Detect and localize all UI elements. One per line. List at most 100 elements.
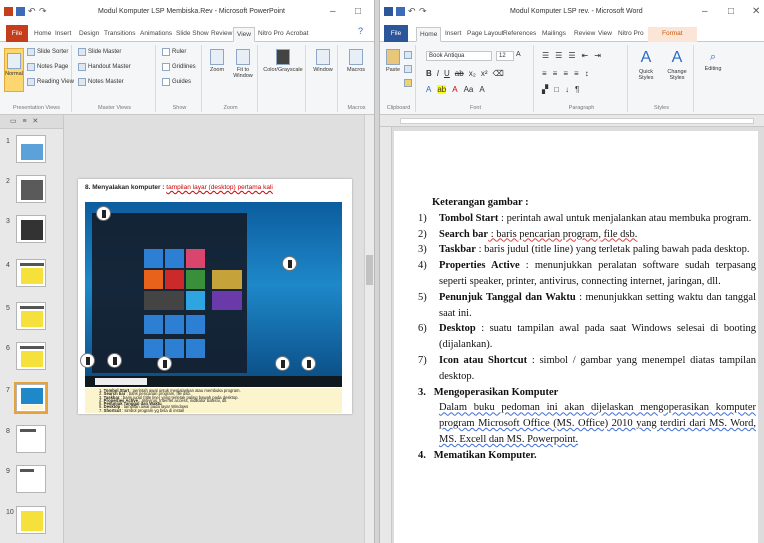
ruler-checkbox[interactable]: Ruler: [162, 48, 186, 56]
slide-thumbnail-5[interactable]: [16, 302, 46, 330]
change-case-icon[interactable]: Aa: [464, 85, 474, 94]
slide-thumbnail-2[interactable]: [16, 175, 46, 203]
minimize-icon[interactable]: –: [330, 6, 336, 17]
align-left-icon[interactable]: ≡: [542, 69, 547, 78]
slides-tab-icon[interactable]: ▭: [10, 118, 17, 125]
font-color-icon[interactable]: A: [452, 85, 457, 94]
borders-icon[interactable]: □: [554, 85, 559, 94]
slide-thumbnail-7[interactable]: [14, 382, 48, 414]
tab-mailings[interactable]: Mailings: [542, 27, 566, 42]
outline-tab-icon[interactable]: ≡: [22, 118, 26, 125]
editing-button[interactable]: ⌕ Editing: [698, 49, 728, 72]
reading-view-button[interactable]: Reading View: [27, 78, 74, 86]
tab-nitro-pro[interactable]: Nitro Pro: [618, 27, 644, 42]
tab-home[interactable]: Home: [34, 27, 51, 42]
quick-styles-button[interactable]: A Quick Styles: [632, 47, 660, 81]
window-button[interactable]: Window: [310, 49, 336, 73]
slide-thumbnail-4[interactable]: [16, 259, 46, 287]
slide-thumbnail-9[interactable]: [16, 465, 46, 493]
tab-transitions[interactable]: Transitions: [104, 27, 136, 42]
notes-page-button[interactable]: Notes Page: [27, 63, 68, 71]
tab-insert[interactable]: Insert: [445, 27, 461, 42]
save-icon[interactable]: [16, 7, 25, 16]
slide-master-button[interactable]: Slide Master: [78, 48, 121, 56]
undo-icon[interactable]: ↶: [408, 7, 416, 16]
bold-icon[interactable]: B: [426, 69, 432, 78]
word-app-icon[interactable]: [384, 7, 393, 16]
tab-nitro-pro[interactable]: Nitro Pro: [258, 27, 284, 42]
tab-view[interactable]: View: [233, 27, 255, 42]
multilevel-list-icon[interactable]: ☰: [568, 51, 575, 60]
highlight-icon[interactable]: ab: [437, 85, 447, 94]
font-name-dropdown[interactable]: Book Antiqua: [426, 51, 492, 61]
slide-sorter-button[interactable]: Slide Sorter: [27, 48, 68, 56]
tab-page-layout[interactable]: Page Layout: [467, 27, 504, 42]
color-grayscale-button[interactable]: Color/Grayscale: [262, 49, 304, 73]
tab-review[interactable]: Review: [211, 27, 232, 42]
tab-acrobat[interactable]: Acrobat: [286, 27, 308, 42]
strikethrough-icon[interactable]: ab: [455, 69, 464, 78]
align-center-icon[interactable]: ≡: [553, 69, 558, 78]
current-slide[interactable]: 8. Menyalakan komputer : tampilan layar …: [78, 179, 352, 414]
close-icon[interactable]: ✕: [752, 6, 760, 17]
numbering-icon[interactable]: ☰: [555, 51, 562, 60]
redo-icon[interactable]: ↷: [39, 7, 47, 16]
document-body[interactable]: Keterangan gambar : 1) Tombol Start : per…: [406, 195, 756, 464]
grow-font-icon[interactable]: A: [516, 51, 521, 58]
guides-checkbox[interactable]: Guides: [162, 78, 191, 86]
tab-file[interactable]: File: [6, 25, 28, 42]
document-page[interactable]: Keterangan gambar : 1) Tombol Start : per…: [394, 131, 758, 543]
copy-button[interactable]: [404, 65, 412, 73]
tab-animations[interactable]: Animations: [140, 27, 172, 42]
tab-view[interactable]: View: [598, 27, 612, 42]
vertical-ruler[interactable]: [380, 127, 392, 543]
normal-view-button[interactable]: Normal: [4, 48, 24, 92]
underline-icon[interactable]: U: [444, 69, 450, 78]
slide-thumbnail-3[interactable]: [16, 215, 46, 243]
subscript-icon[interactable]: x₂: [469, 69, 476, 78]
horizontal-ruler[interactable]: [380, 115, 764, 127]
gridlines-checkbox[interactable]: Gridlines: [162, 63, 196, 71]
redo-icon[interactable]: ↷: [419, 7, 427, 16]
align-right-icon[interactable]: ≡: [563, 69, 568, 78]
superscript-icon[interactable]: x²: [481, 69, 488, 78]
line-spacing-icon[interactable]: ↕: [585, 69, 589, 78]
slide-thumbnail-6[interactable]: [16, 342, 46, 370]
tab-format[interactable]: Format: [648, 27, 697, 42]
shading-icon[interactable]: ▞: [542, 85, 548, 94]
tab-file[interactable]: File: [384, 25, 408, 42]
sort-icon[interactable]: ↓: [565, 85, 569, 94]
vertical-scrollbar[interactable]: [364, 115, 374, 543]
paste-button[interactable]: Paste: [384, 49, 402, 73]
zoom-button[interactable]: Zoom: [206, 49, 228, 73]
show-marks-icon[interactable]: ¶: [575, 85, 579, 94]
fit-to-window-button[interactable]: Fit to Window: [230, 49, 256, 79]
undo-icon[interactable]: ↶: [28, 7, 36, 16]
minimize-icon[interactable]: –: [702, 6, 708, 17]
tab-home[interactable]: Home: [416, 27, 442, 42]
powerpoint-app-icon[interactable]: [4, 7, 13, 16]
increase-indent-icon[interactable]: ⇥: [594, 51, 601, 60]
grow-shrink-icon[interactable]: A: [479, 85, 484, 94]
save-icon[interactable]: [396, 7, 405, 16]
tab-slide-show[interactable]: Slide Show: [176, 27, 209, 42]
handout-master-button[interactable]: Handout Master: [78, 63, 131, 71]
justify-icon[interactable]: ≡: [574, 69, 579, 78]
maximize-icon[interactable]: □: [728, 6, 734, 17]
italic-icon[interactable]: I: [437, 69, 439, 78]
cut-button[interactable]: [404, 51, 412, 59]
tab-design[interactable]: Design: [79, 27, 99, 42]
format-painter-button[interactable]: [404, 79, 412, 87]
slide-thumbnail-10[interactable]: [16, 506, 46, 534]
tab-review[interactable]: Review: [574, 27, 595, 42]
decrease-indent-icon[interactable]: ⇤: [582, 51, 589, 60]
notes-master-button[interactable]: Notes Master: [78, 78, 124, 86]
macros-button[interactable]: Macros: [343, 49, 369, 73]
help-icon[interactable]: ?: [358, 26, 363, 36]
tab-references[interactable]: References: [503, 27, 536, 42]
font-size-dropdown[interactable]: 12: [496, 51, 514, 61]
scrollbar-thumb[interactable]: [366, 255, 373, 285]
close-pane-icon[interactable]: ✕: [32, 118, 38, 125]
slide-thumbnail-8[interactable]: [16, 425, 46, 453]
maximize-icon[interactable]: □: [355, 6, 361, 17]
